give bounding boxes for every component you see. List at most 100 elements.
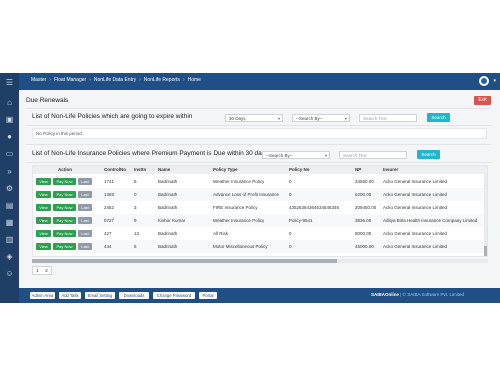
admin-area-button[interactable]: Admin Area: [30, 292, 55, 299]
search-input[interactable]: Search Text: [359, 114, 417, 122]
card-icon[interactable]: ▭: [4, 148, 15, 159]
insttn-cell: 5: [134, 244, 137, 249]
search-by-select-value: --Search By--: [266, 153, 293, 158]
search-by-select[interactable]: --Search By-- ▾: [262, 151, 330, 159]
page-1-button[interactable]: 1: [33, 267, 42, 275]
expiring-section-title: List of Non-Life Policies which are goin…: [32, 113, 193, 120]
table-row: View Pay Now Last 444 5 Badrinath Motor …: [33, 240, 487, 253]
pay-now-button[interactable]: Pay Now: [53, 178, 76, 185]
briefcase-icon[interactable]: ▣: [4, 114, 15, 125]
np-cell: 34560.00: [355, 179, 374, 184]
column-header: Name: [158, 167, 171, 172]
table-row: View Pay Now Last 2462 3 Badrinath FIRE …: [33, 201, 487, 214]
pay-now-button[interactable]: Pay Now: [53, 191, 76, 198]
policy-type-cell: Advance Loss of Profit Insurance: [213, 192, 280, 197]
policy-type-cell: Weather Insurance Policy: [213, 179, 265, 184]
vertical-scrollbar[interactable]: [484, 174, 487, 256]
view-button[interactable]: View: [36, 217, 51, 224]
insurer-cell: Acko General Insurance Limited: [383, 192, 448, 197]
users-icon[interactable]: ●: [4, 131, 15, 142]
period-select[interactable]: 30 Days ▾: [225, 114, 283, 122]
empty-message: No Policy in this period: [32, 128, 487, 139]
footer-bar: Admin Area Add Task Email Setting Downlo…: [19, 288, 500, 303]
column-header: Policy Type: [213, 167, 238, 172]
view-button[interactable]: View: [36, 178, 51, 185]
insurer-cell: Acko General Insurance Limited: [383, 205, 448, 210]
insttn-cell: 6: [134, 179, 137, 184]
brand-name: SAIBAOnline: [370, 292, 399, 297]
pay-now-button[interactable]: Pay Now: [53, 217, 76, 224]
pay-now-button[interactable]: Pay Now: [53, 243, 76, 250]
chevron-down-icon: ▾: [344, 116, 347, 121]
nav-float-manager[interactable]: Float Manager: [54, 77, 86, 83]
portal-button[interactable]: Portal: [199, 292, 217, 299]
avatar[interactable]: [479, 76, 489, 86]
pay-now-button[interactable]: Pay Now: [53, 230, 76, 237]
page-title: Due Renewals: [26, 97, 69, 104]
table-row: View Pay Now Last 427 13 Badrinath All R…: [33, 227, 487, 240]
search-button[interactable]: Search: [427, 113, 450, 122]
table-header: Action ControlNo Insttn Name Policy Type…: [33, 166, 487, 174]
pay-now-button[interactable]: Pay Now: [53, 204, 76, 211]
insttn-cell: 13: [134, 231, 140, 236]
menu-icon[interactable]: ☰: [4, 77, 15, 88]
chevron-down-icon[interactable]: ▾: [493, 78, 496, 84]
last-button[interactable]: Last: [78, 178, 92, 185]
folder-icon[interactable]: ▦: [4, 217, 15, 228]
last-button[interactable]: Last: [78, 230, 92, 237]
name-cell: Badrinath: [158, 179, 178, 184]
column-header: Action: [58, 167, 72, 172]
last-button[interactable]: Last: [78, 204, 92, 211]
name-cell: Badrinath: [158, 192, 178, 197]
nav-nonlife-data-entry[interactable]: NonLife Data Entry: [94, 77, 136, 83]
insurer-cell: Acko General Insurance Limited: [383, 179, 448, 184]
nav-nonlife-reports[interactable]: NonLife Reports: [144, 77, 180, 83]
gift-icon[interactable]: ◈: [4, 251, 15, 262]
view-button[interactable]: View: [36, 230, 51, 237]
scrollbar-thumb[interactable]: [484, 246, 487, 256]
np-cell: 45000.00: [355, 244, 374, 249]
insurer-cell: Acko General Insurance Limited: [383, 231, 448, 236]
table-row: View Pay Now Last 5727 9 Kishor Kumar We…: [33, 214, 487, 227]
np-cell: 6200.00: [355, 192, 372, 197]
search-input[interactable]: Search Text: [339, 151, 407, 159]
control-no-cell: 1741: [104, 179, 115, 184]
change-password-button[interactable]: Change Password: [153, 292, 195, 299]
nav-separator: ›: [182, 77, 185, 83]
divider: [26, 125, 491, 126]
downloads-button[interactable]: Downloads: [119, 292, 149, 299]
email-setting-button[interactable]: Email Setting: [85, 292, 115, 299]
search-by-select[interactable]: --Search By-- ▾: [292, 114, 350, 122]
page-2-button[interactable]: 2: [42, 267, 51, 275]
horizontal-scrollbar[interactable]: [32, 259, 488, 263]
home-icon[interactable]: ⌂: [4, 97, 15, 108]
policy-type-cell: FIRE Insurance Policy: [213, 205, 258, 210]
name-cell: Badrinath: [158, 231, 178, 236]
last-button[interactable]: Last: [78, 217, 92, 224]
last-button[interactable]: Last: [78, 243, 92, 250]
add-task-button[interactable]: Add Task: [59, 292, 81, 299]
settings-icon[interactable]: ⚙: [4, 183, 15, 194]
profile-icon[interactable]: ☺: [4, 268, 15, 279]
np-cell: 3836.00: [355, 218, 372, 223]
document-icon[interactable]: ▤: [4, 200, 15, 211]
exit-button[interactable]: Exit: [474, 96, 491, 105]
search-button[interactable]: Search: [417, 150, 440, 159]
policy-no-cell: 0: [289, 192, 292, 197]
nav-home[interactable]: Home: [188, 77, 201, 83]
view-button[interactable]: View: [36, 191, 51, 198]
brand-footer: SAIBAOnline | © SAIBA Software Pvt. Limi…: [371, 292, 464, 297]
view-button[interactable]: View: [36, 243, 51, 250]
policy-no-cell: Policy-8541: [289, 218, 313, 223]
column-header: Policy No: [289, 167, 310, 172]
view-button[interactable]: View: [36, 204, 51, 211]
top-nav-bar: Master › Float Manager › NonLife Data En…: [19, 73, 500, 90]
report-icon[interactable]: ▥: [4, 234, 15, 245]
scrollbar-thumb[interactable]: [32, 259, 337, 263]
nav-separator: ›: [49, 77, 51, 83]
nav-master[interactable]: Master: [31, 77, 46, 83]
chevron-double-icon[interactable]: »: [4, 166, 15, 177]
last-button[interactable]: Last: [78, 191, 92, 198]
app-window: ☰ ⌂ ▣ ● ▭ » ⚙ ▤ ▦ ▥ ◈ ☺ Master › Float M…: [0, 73, 500, 303]
np-cell: 209450.00: [355, 205, 377, 210]
